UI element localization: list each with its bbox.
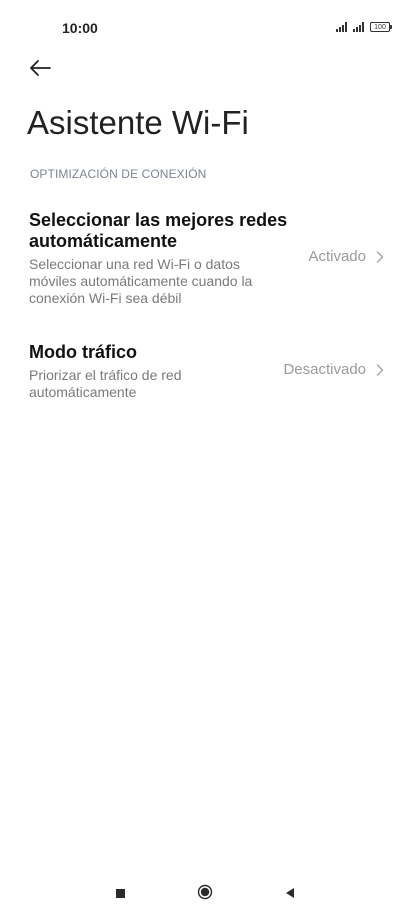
battery-icon: 100 — [370, 22, 392, 32]
setting-traffic-mode-text: Modo tráfico Priorizar el tráfico de red… — [29, 342, 182, 401]
setting-best-network[interactable]: Seleccionar las mejores redes automática… — [0, 208, 412, 308]
setting-traffic-mode-desc: Priorizar el tráfico de red automáticame… — [29, 367, 182, 401]
navigation-bar — [0, 871, 412, 915]
cellular-signal-icon — [336, 22, 347, 32]
chevron-right-icon — [376, 363, 384, 376]
value-label: Activado — [308, 248, 366, 265]
status-icons: 100 — [336, 22, 392, 32]
value-label: Desactivado — [283, 361, 366, 378]
setting-best-network-value: Activado — [308, 248, 384, 265]
desc-line: automáticamente — [29, 384, 137, 400]
desc-line: conexión Wi-Fi sea débil — [29, 290, 182, 306]
setting-traffic-mode-title: Modo tráfico — [29, 342, 182, 363]
square-icon[interactable] — [116, 889, 125, 898]
section-header: OPTIMIZACIÓN DE CONEXIÓN — [30, 167, 207, 181]
setting-traffic-mode[interactable]: Modo tráfico Priorizar el tráfico de red… — [0, 342, 412, 404]
desc-line: Seleccionar una red Wi-Fi o datos — [29, 256, 240, 272]
title-line: Modo tráfico — [29, 342, 137, 362]
desc-line: móviles automáticamente cuando la — [29, 273, 253, 289]
chevron-right-icon — [376, 250, 384, 263]
setting-best-network-text: Seleccionar las mejores redes automática… — [29, 210, 287, 307]
triangle-back-icon[interactable] — [284, 887, 296, 899]
desc-line: Priorizar el tráfico de red — [29, 367, 182, 383]
setting-best-network-title: Seleccionar las mejores redes automática… — [29, 210, 287, 252]
status-time: 10:00 — [62, 20, 98, 36]
status-bar: 10:00 100 — [0, 0, 412, 56]
title-line: Seleccionar las mejores redes — [29, 210, 288, 230]
cellular-signal-icon-2 — [353, 22, 364, 32]
circle-icon[interactable] — [197, 884, 213, 900]
title-line: automáticamente — [29, 231, 178, 251]
back-button[interactable] — [26, 56, 54, 80]
setting-best-network-desc: Seleccionar una red Wi-Fi o datos móvile… — [29, 256, 287, 307]
back-arrow-icon — [30, 60, 51, 76]
page-title: Asistente Wi-Fi — [27, 104, 249, 141]
setting-traffic-mode-value: Desactivado — [283, 361, 384, 378]
